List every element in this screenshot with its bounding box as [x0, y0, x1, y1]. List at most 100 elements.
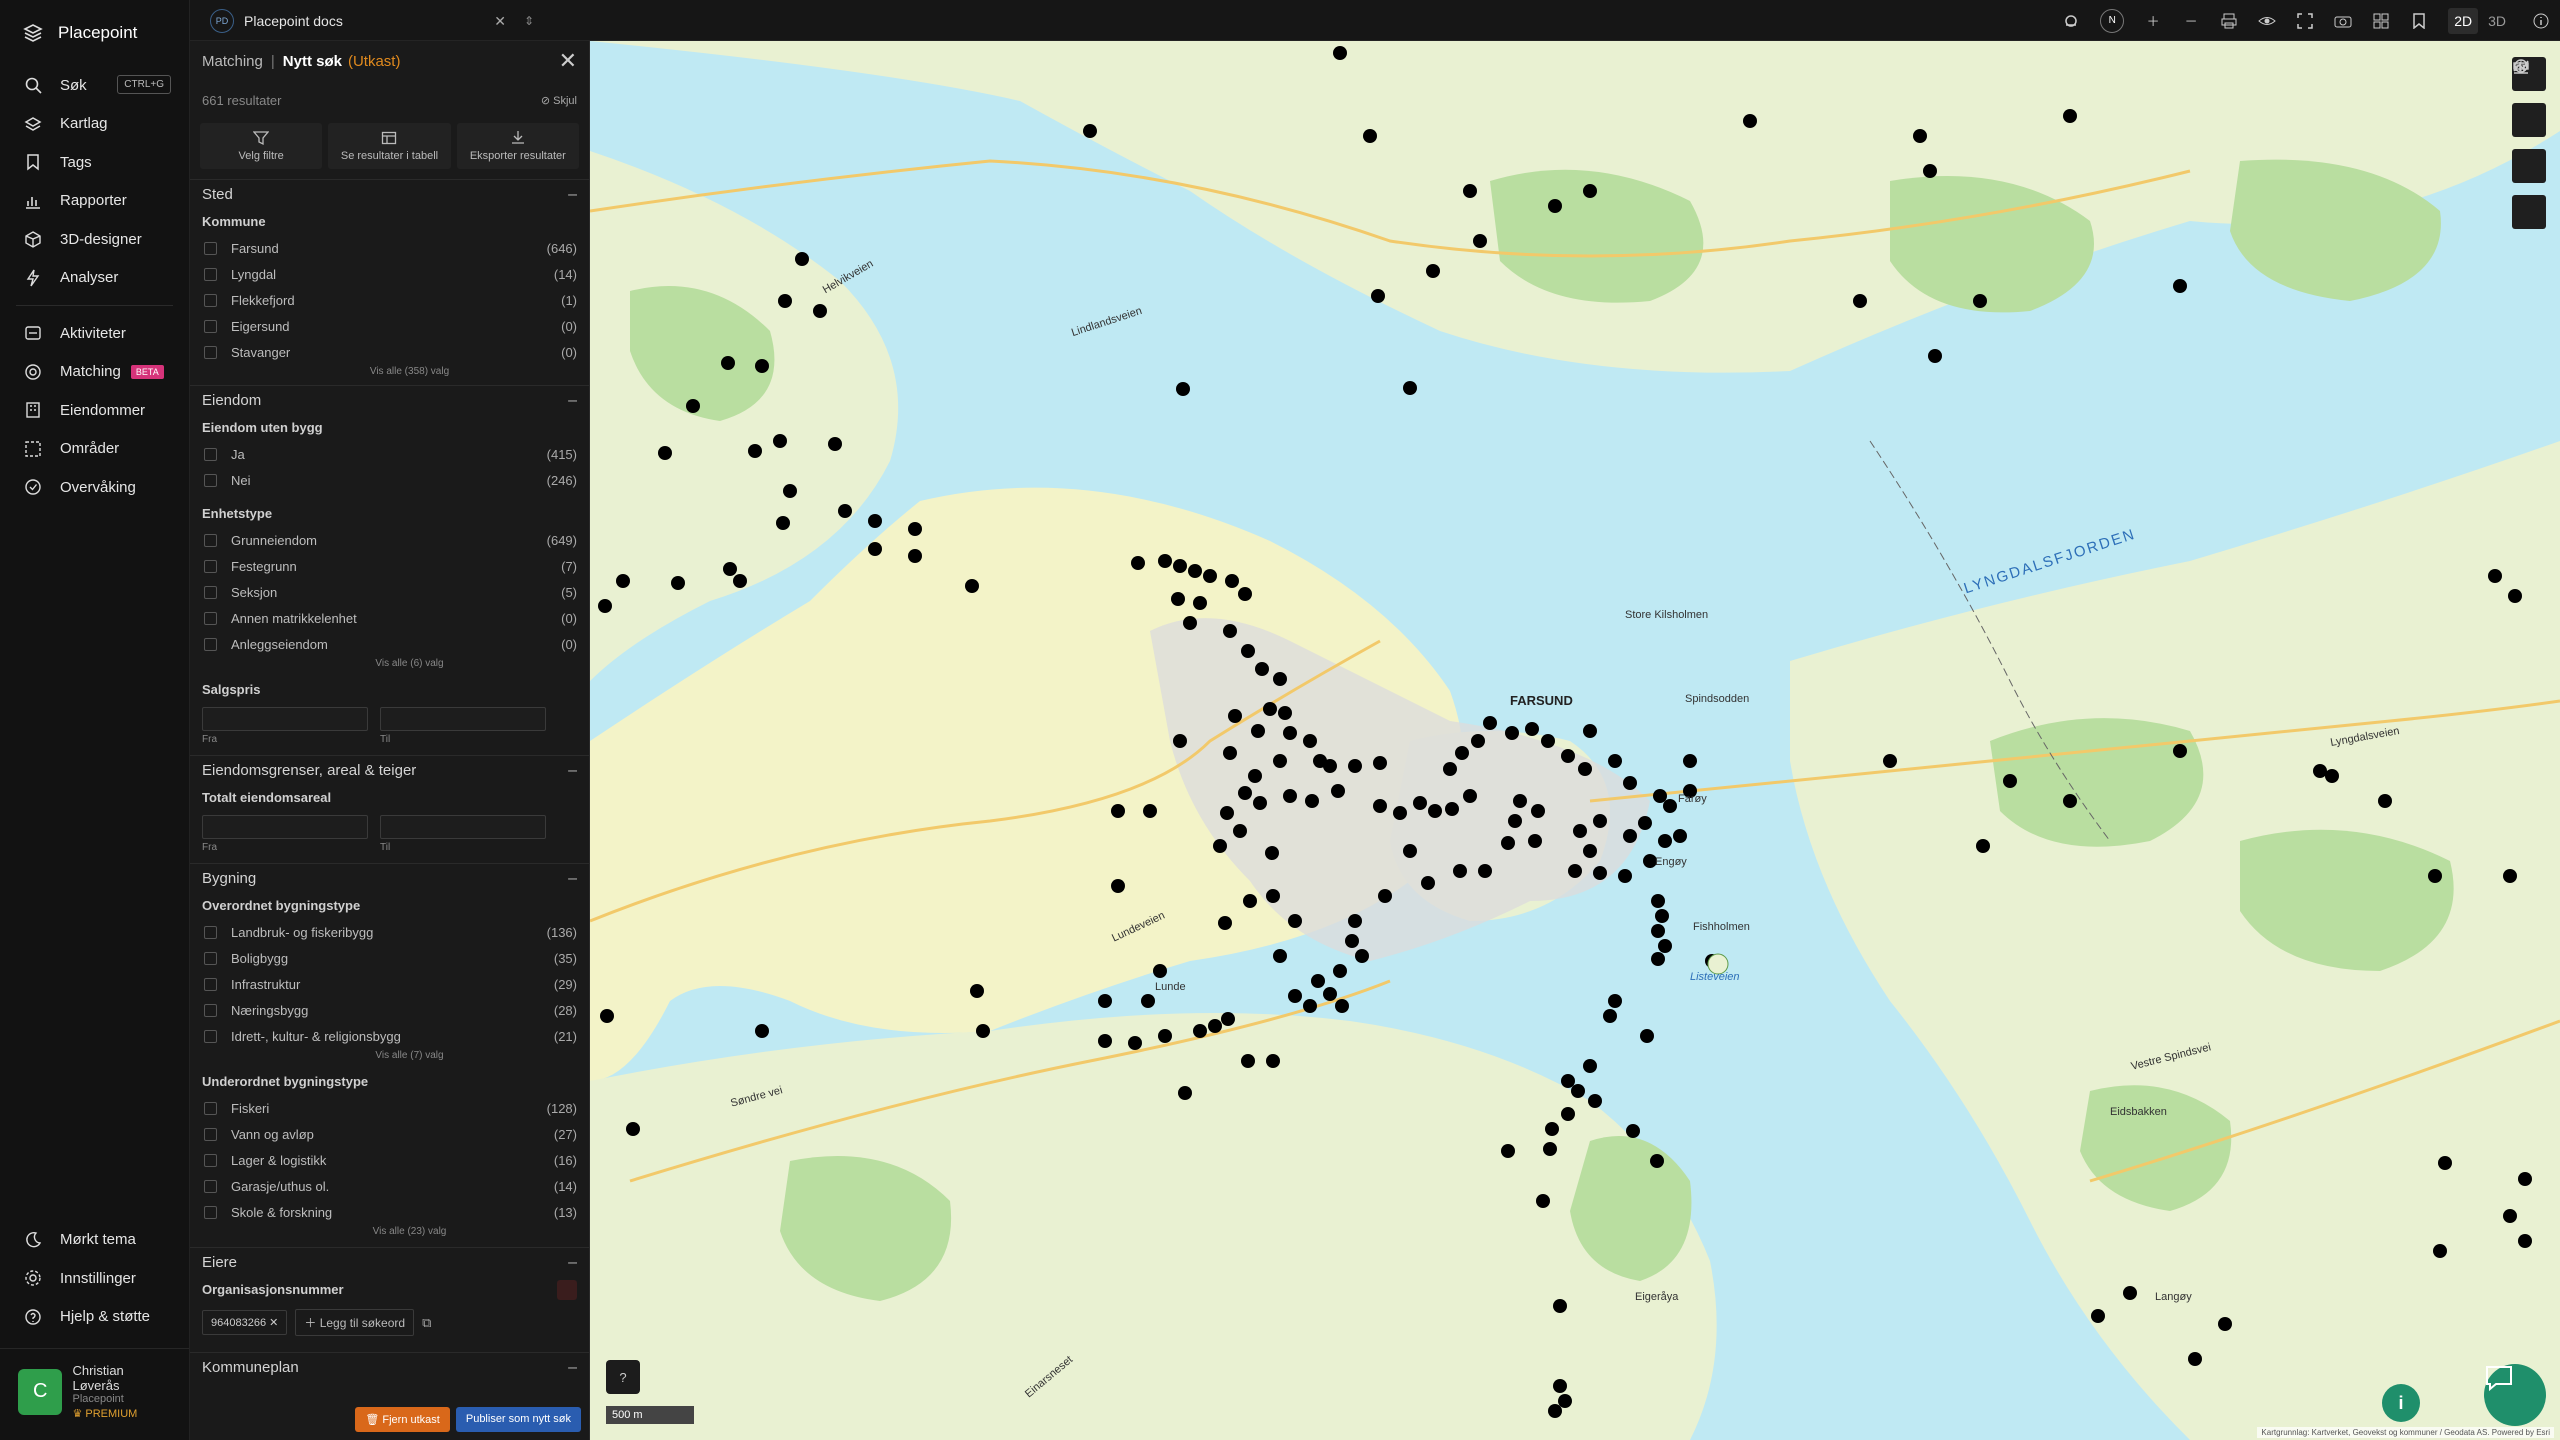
- filter-option[interactable]: Landbruk- og fiskeribygg (136): [190, 919, 589, 945]
- filter-option[interactable]: Boligbygg (35): [190, 945, 589, 971]
- salgspris-to-input[interactable]: [380, 707, 546, 731]
- choose-filters-button[interactable]: Velg filtre: [200, 123, 323, 169]
- eye-icon[interactable]: [2258, 12, 2276, 30]
- close-icon[interactable]: ✕: [494, 13, 506, 30]
- checkbox[interactable]: [204, 533, 217, 547]
- section-eiere[interactable]: Eiere –: [190, 1247, 589, 1277]
- nav-item-analyser[interactable]: Analyser: [0, 259, 189, 298]
- map-view[interactable]: FARSUND LYNGDALSFJORDEN Store Kilsholmen…: [590, 41, 2560, 1440]
- user-profile[interactable]: C Christian Løverås Placepoint ♛ PREMIUM: [0, 1348, 189, 1440]
- filter-option[interactable]: Grunneiendom (649): [190, 527, 589, 553]
- checkbox[interactable]: [204, 473, 217, 487]
- compass-icon[interactable]: N: [2100, 8, 2125, 33]
- print-icon[interactable]: [2220, 12, 2238, 30]
- checkbox[interactable]: [204, 611, 217, 625]
- breadcrumb-parent[interactable]: Matching: [202, 53, 263, 70]
- filter-option[interactable]: Lyngdal (14): [190, 261, 589, 287]
- view-3d-button[interactable]: 3D: [2482, 8, 2512, 34]
- nav-item-hjelp-støtte[interactable]: Hjelp & støtte: [0, 1298, 189, 1337]
- filter-option[interactable]: Skole & forskning (13): [190, 1199, 589, 1225]
- checkbox[interactable]: [204, 1101, 217, 1115]
- collapse-icon[interactable]: –: [568, 392, 577, 410]
- salgspris-from-input[interactable]: [202, 707, 368, 731]
- collapse-icon[interactable]: –: [568, 1254, 577, 1272]
- areal-from-input[interactable]: [202, 815, 368, 839]
- chat-button[interactable]: [2484, 1364, 2546, 1426]
- nav-item-tags[interactable]: Tags: [0, 143, 189, 182]
- checkbox[interactable]: [204, 637, 217, 651]
- nav-item-rapporter[interactable]: Rapporter: [0, 182, 189, 221]
- filter-option[interactable]: Eigersund (0): [190, 313, 589, 339]
- zoom-in-icon[interactable]: ＋: [2144, 12, 2162, 30]
- filter-option[interactable]: Seksjon (5): [190, 579, 589, 605]
- checkbox[interactable]: [204, 319, 217, 333]
- areal-to-input[interactable]: [380, 815, 546, 839]
- checkbox[interactable]: [204, 585, 217, 599]
- camera-icon[interactable]: [2334, 12, 2352, 30]
- collapse-icon[interactable]: –: [568, 762, 577, 780]
- filter-option[interactable]: Idrett-, kultur- & religionsbygg (21): [190, 1023, 589, 1049]
- checkbox[interactable]: [204, 1179, 217, 1193]
- checkbox[interactable]: [204, 241, 217, 255]
- checkbox[interactable]: [204, 925, 217, 939]
- fullscreen-icon[interactable]: [2296, 12, 2314, 30]
- checkbox[interactable]: [204, 977, 217, 991]
- filter-option[interactable]: Lager & logistikk (16): [190, 1147, 589, 1173]
- section-sted[interactable]: Sted –: [190, 179, 589, 209]
- checkbox[interactable]: [204, 293, 217, 307]
- map-canvas[interactable]: [590, 41, 2560, 1440]
- view-2d-button[interactable]: 2D: [2448, 7, 2479, 34]
- grid-icon[interactable]: [2372, 12, 2390, 30]
- collapse-icon[interactable]: –: [568, 870, 577, 888]
- remove-chip-icon[interactable]: ✕: [269, 1317, 278, 1329]
- profile-tool-icon[interactable]: [2512, 60, 2546, 229]
- filter-option[interactable]: Anleggseiendom (0): [190, 631, 589, 657]
- checkbox[interactable]: [204, 951, 217, 965]
- show-all-link[interactable]: Vis alle (23) valg: [230, 1225, 589, 1239]
- nav-item-3d-designer[interactable]: 3D-designer: [0, 220, 189, 259]
- checkbox[interactable]: [204, 1153, 217, 1167]
- checkbox[interactable]: [204, 1003, 217, 1017]
- checkbox[interactable]: [204, 1205, 217, 1219]
- measure-tool-icon[interactable]: [2512, 62, 2546, 137]
- section-bygning[interactable]: Bygning –: [190, 863, 589, 893]
- nav-item-mørkt-tema[interactable]: Mørkt tema: [0, 1221, 189, 1260]
- publish-search-button[interactable]: Publiser som nytt søk: [455, 1407, 581, 1432]
- filter-option[interactable]: Garasje/uthus ol. (14): [190, 1173, 589, 1199]
- info-icon[interactable]: [2532, 12, 2550, 30]
- filter-option[interactable]: Flekkefjord (1): [190, 287, 589, 313]
- nav-item-aktiviteter[interactable]: Aktiviteter: [0, 314, 189, 353]
- checkbox[interactable]: [204, 1127, 217, 1141]
- nav-item-søk[interactable]: Søk CTRL+G: [0, 66, 189, 105]
- drone-icon[interactable]: [2062, 12, 2080, 30]
- filter-option[interactable]: Vann og avløp (27): [190, 1121, 589, 1147]
- brand[interactable]: Placepoint: [0, 0, 189, 66]
- checkbox[interactable]: [204, 1029, 217, 1043]
- filter-option[interactable]: Ja (415): [190, 441, 589, 467]
- show-all-link[interactable]: Vis alle (6) valg: [230, 657, 589, 671]
- checkbox[interactable]: [204, 267, 217, 281]
- nav-item-innstillinger[interactable]: Innstillinger: [0, 1259, 189, 1298]
- filter-option[interactable]: Næringsbygg (28): [190, 997, 589, 1023]
- section-eiendomsgrenser[interactable]: Eiendomsgrenser, areal & teiger –: [190, 755, 589, 785]
- filter-option[interactable]: Stavanger (0): [190, 339, 589, 365]
- checkbox[interactable]: [204, 559, 217, 573]
- orgnr-chip[interactable]: 964083266 ✕: [202, 1310, 288, 1335]
- section-eiendom[interactable]: Eiendom –: [190, 385, 589, 415]
- checkbox[interactable]: [204, 447, 217, 461]
- show-all-link[interactable]: Vis alle (358) valg: [230, 365, 589, 379]
- trash-icon[interactable]: [557, 1280, 577, 1300]
- export-results-button[interactable]: Eksporter resultater: [456, 123, 579, 169]
- copy-icon[interactable]: ⧉: [422, 1315, 431, 1331]
- section-kommuneplan[interactable]: Kommuneplan –: [190, 1352, 589, 1382]
- filter-option[interactable]: Infrastruktur (29): [190, 971, 589, 997]
- chart-tool-icon[interactable]: [2512, 62, 2546, 183]
- chevron-updown-icon[interactable]: ⇕: [524, 14, 534, 28]
- add-keyword-button[interactable]: ＋ Legg til søkeord: [295, 1309, 415, 1336]
- map-help-button[interactable]: ?: [606, 1360, 640, 1394]
- bookmark-icon[interactable]: [2410, 12, 2428, 30]
- nav-item-områder[interactable]: Områder: [0, 430, 189, 469]
- filter-option[interactable]: Farsund (646): [190, 235, 589, 261]
- filter-option[interactable]: Nei (246): [190, 467, 589, 493]
- remove-draft-button[interactable]: 🗑 Fjern utkast: [355, 1407, 450, 1432]
